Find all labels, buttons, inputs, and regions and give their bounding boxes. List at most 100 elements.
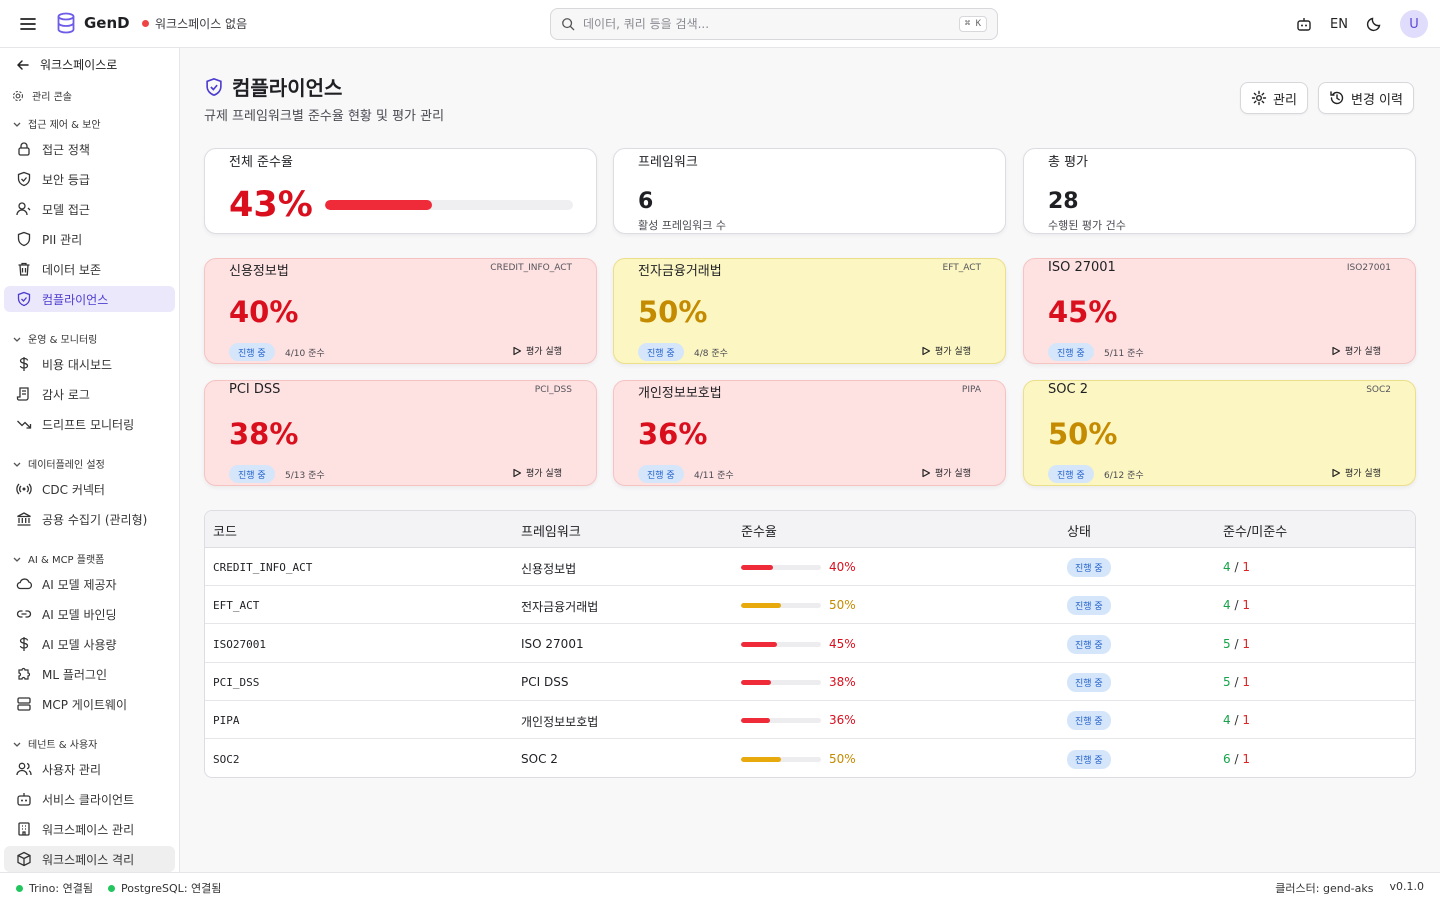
page-subtitle: 규제 프레임워크별 준수율 현황 및 평가 관리: [204, 109, 445, 124]
framework-card[interactable]: 개인정보보호법 PIPA 36% 진행 중 4/11 준수 평가 실행: [613, 380, 1006, 486]
lock-icon: [18, 142, 30, 156]
sidebar-item-shared-collector[interactable]: 공용 수집기 (관리형): [4, 506, 175, 532]
table-row[interactable]: SOC2 SOC 2 50% 진행 중 6 / 1: [205, 740, 1415, 778]
sidebar-item-compliance[interactable]: 컴플라이언스: [4, 286, 175, 312]
framework-card[interactable]: ISO 27001 ISO27001 45% 진행 중 5/11 준수 평가 실…: [1023, 258, 1416, 364]
run-label: 평가 실행: [1345, 469, 1381, 479]
scroll-icon: [16, 387, 29, 401]
run-assessment-button[interactable]: 평가 실행: [1331, 344, 1381, 357]
status-right: 클러스터: gend-aks v0.1.0: [1275, 880, 1424, 896]
column-header[interactable]: 코드: [213, 521, 237, 540]
sidebar-item-pii[interactable]: PII 관리: [4, 226, 175, 252]
sidebar-item-ml-plugin[interactable]: ML 플러그인: [4, 661, 175, 687]
table-row[interactable]: PCI_DSS PCI DSS 38% 진행 중 5 / 1: [205, 663, 1415, 701]
compliance-bar-fill: [741, 641, 777, 647]
pass-count: 4/8 준수: [694, 349, 728, 359]
table-row[interactable]: PIPA 개인정보보호법 36% 진행 중 4 / 1: [205, 701, 1415, 740]
compliance-table: 코드 프레임워크 준수율 상태 준수/미준수 CREDIT_INFO_ACT 신용…: [204, 510, 1416, 778]
sidebar-item-ai-usage[interactable]: AI 모델 사용량: [4, 631, 175, 657]
table-row[interactable]: ISO27001 ISO 27001 45% 진행 중 5 / 1: [205, 625, 1415, 663]
overall-compliance-card: 전체 준수율 43%: [204, 148, 597, 234]
status-badge: 진행 중: [1067, 558, 1111, 577]
compliance-rate: 38%: [829, 674, 856, 689]
sidebar-item-label: 감사 로그: [42, 387, 90, 402]
column-header[interactable]: 준수/미준수: [1223, 521, 1287, 540]
back-to-workspace[interactable]: 워크스페이스로: [16, 56, 117, 73]
framework-card[interactable]: PCI DSS PCI_DSS 38% 진행 중 5/13 준수 평가 실행: [204, 380, 597, 486]
shield-check-icon: [206, 77, 222, 96]
section-title: 테넌트 & 사용자: [28, 740, 98, 751]
sidebar-item-label: 비용 대시보드: [42, 357, 113, 372]
menu-icon[interactable]: [18, 14, 38, 34]
sidebar-section-tenant[interactable]: 테넌트 & 사용자: [12, 736, 97, 751]
framework-code: ISO27001: [213, 637, 266, 651]
chevron-down-icon: [13, 742, 21, 747]
dark-mode-icon[interactable]: [1366, 16, 1382, 32]
sidebar-item-ai-binding[interactable]: AI 모델 바인딩: [4, 601, 175, 627]
compliance-bar-fill: [741, 565, 773, 570]
sidebar-item-mcp-gateway[interactable]: MCP 게이트웨이: [4, 691, 175, 717]
framework-card[interactable]: 전자금융거래법 EFT_ACT 50% 진행 중 4/8 준수 평가 실행: [613, 258, 1006, 364]
sidebar-item-label: 컴플라이언스: [42, 292, 109, 307]
framework-card[interactable]: 신용정보법 CREDIT_INFO_ACT 40% 진행 중 4/10 준수 평…: [204, 258, 597, 364]
sidebar-item-label: MCP 게이트웨이: [42, 697, 127, 712]
run-assessment-button[interactable]: 평가 실행: [921, 466, 971, 479]
sidebar-item-access-policy[interactable]: 접근 정책: [4, 136, 175, 162]
run-assessment-button[interactable]: 평가 실행: [512, 344, 562, 357]
separator: /: [1234, 636, 1239, 651]
table-row[interactable]: EFT_ACT 전자금융거래법 50% 진행 중 4 / 1: [205, 586, 1415, 625]
brand[interactable]: GenD: [56, 12, 130, 34]
framework-name: SOC 2: [521, 751, 558, 766]
manage-button[interactable]: 관리: [1240, 82, 1308, 114]
page-header: 컴플라이언스: [204, 72, 342, 101]
sidebar-item-label: 워크스페이스 격리: [42, 852, 135, 867]
run-assessment-button[interactable]: 평가 실행: [1331, 466, 1381, 479]
language-toggle[interactable]: EN: [1330, 17, 1348, 32]
compliance-rate: 45%: [829, 636, 856, 651]
status-dot: [108, 884, 115, 892]
column-header[interactable]: 프레임워크: [521, 521, 581, 540]
sidebar-item-model-access[interactable]: 모델 접근: [4, 196, 175, 222]
sidebar-item-label: 데이터 보존: [42, 262, 102, 277]
framework-percent: 40%: [229, 295, 299, 329]
history-button[interactable]: 변경 이력: [1318, 82, 1414, 114]
run-assessment-button[interactable]: 평가 실행: [921, 344, 971, 357]
sidebar-item-ai-provider[interactable]: AI 모델 제공자: [4, 571, 175, 597]
sidebar-item-cdc-connector[interactable]: CDC 커넥터: [4, 476, 175, 502]
sidebar-item-user-management[interactable]: 사용자 관리: [4, 756, 175, 782]
sidebar-section-ai-mcp[interactable]: AI & MCP 플랫폼: [12, 551, 104, 566]
sidebar-section-ops[interactable]: 운영 & 모니터링: [12, 331, 97, 346]
table-row[interactable]: CREDIT_INFO_ACT 신용정보법 40% 진행 중 4 / 1: [205, 548, 1415, 586]
user-avatar[interactable]: U: [1400, 10, 1428, 38]
pass-fail-count: 4 / 1: [1223, 598, 1250, 612]
sidebar-item-workspace-management[interactable]: 워크스페이스 관리: [4, 816, 175, 842]
column-header[interactable]: 준수율: [741, 521, 777, 540]
column-header[interactable]: 상태: [1067, 521, 1091, 540]
sidebar-item-security-level[interactable]: 보안 등급: [4, 166, 175, 192]
framework-card[interactable]: SOC 2 SOC2 50% 진행 중 6/12 준수 평가 실행: [1023, 380, 1416, 486]
sidebar-item-label: 드리프트 모니터링: [42, 417, 135, 432]
sidebar-section-dataplane[interactable]: 데이터플레인 설정: [12, 456, 105, 471]
arrow-left-icon: [17, 59, 29, 70]
shield-check-icon: [17, 171, 31, 187]
search-input[interactable]: [583, 17, 951, 31]
admin-console[interactable]: 관리 콘솔: [12, 88, 72, 103]
run-assessment-button[interactable]: 평가 실행: [512, 466, 562, 479]
sidebar-item-workspace-isolation[interactable]: 워크스페이스 격리: [4, 846, 175, 872]
framework-name: 개인정보보호법: [638, 386, 722, 401]
bot-icon[interactable]: [1296, 16, 1312, 32]
sidebar-section-access[interactable]: 접근 제어 & 보안: [12, 116, 101, 131]
search-box[interactable]: ⌘ K: [550, 8, 998, 40]
framework-name: 전자금융거래법: [638, 264, 722, 279]
sidebar-item-service-client[interactable]: 서비스 클라이언트: [4, 786, 175, 812]
sidebar-item-data-retention[interactable]: 데이터 보존: [4, 256, 175, 282]
pass-fail-count: 4 / 1: [1223, 560, 1250, 574]
workspace-status[interactable]: 워크스페이스 없음: [142, 15, 247, 32]
sidebar-item-audit-log[interactable]: 감사 로그: [4, 381, 175, 407]
sidebar-item-label: 워크스페이스 관리: [42, 822, 135, 837]
sidebar-item-cost-dashboard[interactable]: 비용 대시보드: [4, 351, 175, 377]
sidebar-item-drift-monitoring[interactable]: 드리프트 모니터링: [4, 411, 175, 437]
framework-percent: 50%: [1048, 417, 1118, 451]
framework-percent: 45%: [1048, 295, 1118, 329]
framework-code: EFT_ACT: [213, 599, 260, 613]
